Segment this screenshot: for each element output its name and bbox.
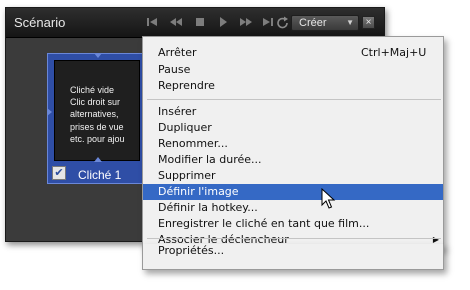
menu-separator [147,99,441,100]
create-dropdown[interactable]: Créer ▼ [291,15,359,31]
menu-item-insert[interactable]: Insérer [143,104,443,120]
menu-item-properties[interactable]: Propriétés... [143,243,443,259]
stop-icon[interactable] [194,16,206,30]
skip-forward-icon[interactable] [262,16,274,30]
snapshot-name: Cliché 1 [78,168,122,182]
skip-back-icon[interactable] [146,16,158,30]
menu-item-set-hotkey[interactable]: Définir la hotkey... [143,200,443,216]
menu-item-shortcut: Ctrl+Maj+U [361,46,427,59]
menu-item-save-as-movie[interactable]: Enregistrer le cliché en tant que film..… [143,216,443,232]
menu-item-resume[interactable]: Reprendre [143,78,443,94]
chevron-down-icon: ▼ [346,18,354,27]
menu-item-rename[interactable]: Renommer... [143,136,443,152]
close-button[interactable]: × [362,16,375,29]
loop-icon[interactable] [276,16,290,30]
context-menu-footer: Propriétés... [142,238,444,270]
mouse-pointer-icon [321,187,337,210]
menu-item-set-image[interactable]: Définir l'image [143,184,443,200]
menu-item-duplicate[interactable]: Dupliquer [143,120,443,136]
menu-item-change-duration[interactable]: Modifier la durée... [143,152,443,168]
menu-item-label: Arrêter [158,46,197,59]
menu-separator [147,238,441,239]
play-icon[interactable] [217,16,229,30]
top-handle-icon[interactable] [94,53,102,58]
left-handle-icon[interactable] [47,108,52,116]
fast-forward-icon[interactable] [239,16,253,30]
rewind-icon[interactable] [169,16,183,30]
panel-titlebar: Scénario Créer ▼ × [6,8,384,38]
bottom-handle-icon[interactable] [94,157,102,162]
menu-item-stop[interactable]: Arrêter Ctrl+Maj+U [143,45,443,61]
context-menu: Arrêter Ctrl+Maj+U Pause Reprendre Insér… [142,36,444,249]
panel-title: Scénario [14,15,66,30]
menu-item-pause[interactable]: Pause [143,62,443,78]
menu-item-delete[interactable]: Supprimer [143,168,443,184]
create-dropdown-label: Créer [299,17,327,29]
